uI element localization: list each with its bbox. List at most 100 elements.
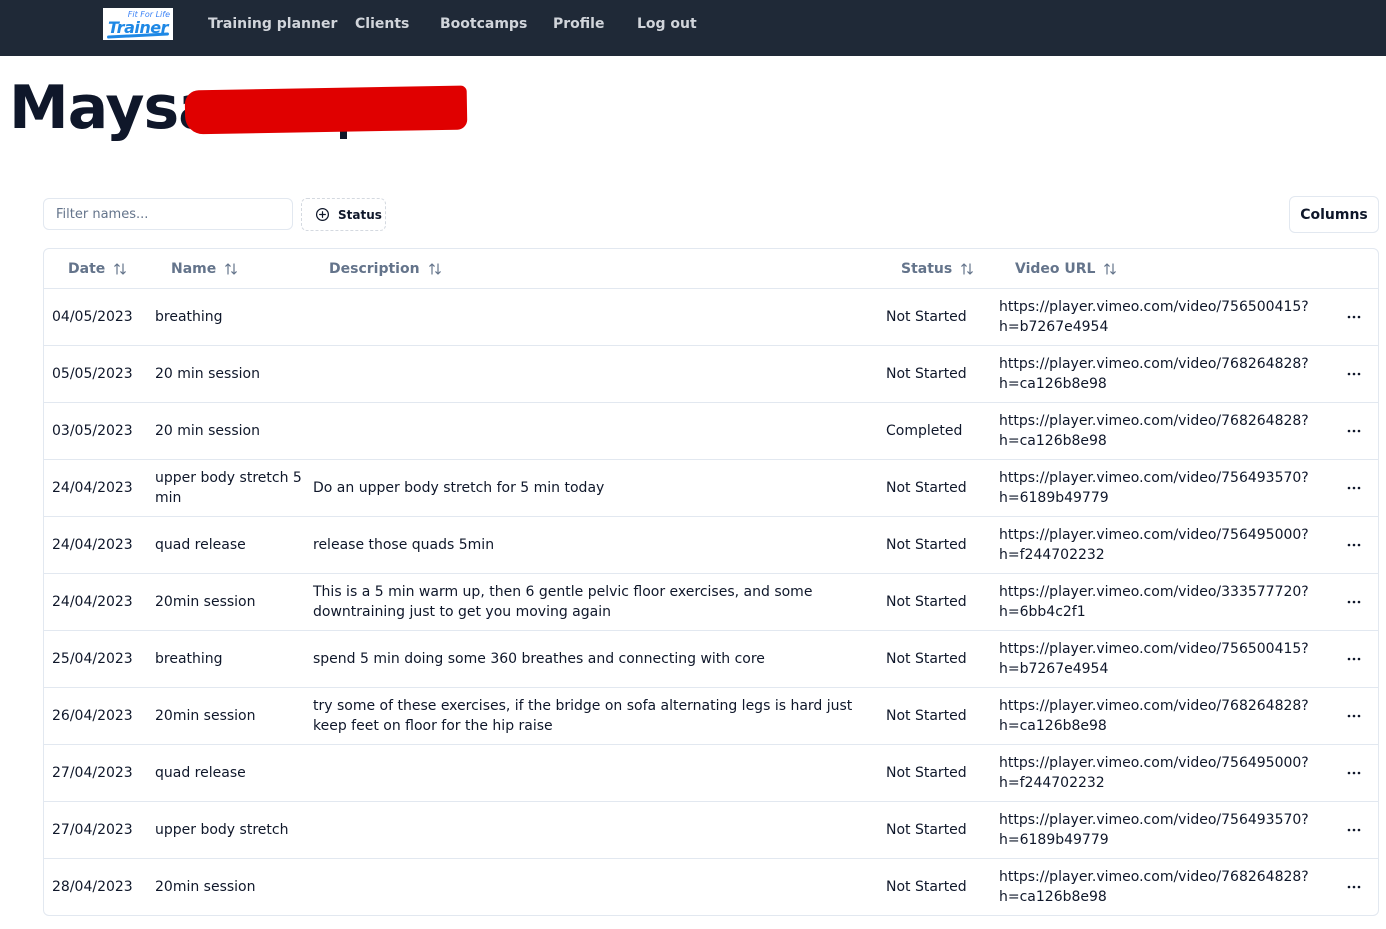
name-cell: breathing [155, 651, 223, 667]
video-url-cell: https://player.vimeo.com/video/756493570… [999, 470, 1309, 506]
status-cell: Not Started [886, 651, 967, 667]
table-header: Date Name Description Status Video URL [44, 249, 1378, 289]
date-cell: 24/04/2023 [52, 480, 133, 496]
nav-link-clients[interactable]: Clients [355, 16, 409, 32]
status-cell: Not Started [886, 594, 967, 610]
video-url-cell: https://player.vimeo.com/video/768264828… [999, 356, 1309, 392]
plus-circle-icon [315, 207, 330, 222]
description-cell: spend 5 min doing some 360 breathes and … [313, 651, 765, 667]
row-actions-button[interactable] [1340, 403, 1368, 459]
sessions-table: Date Name Description Status Video URL 0… [43, 248, 1379, 916]
filter-names-input[interactable] [43, 198, 293, 230]
row-actions-button[interactable] [1340, 346, 1368, 402]
table-row: 25/04/2023 breathing spend 5 min doing s… [44, 631, 1378, 688]
status-cell: Not Started [886, 879, 967, 895]
more-horizontal-icon [1347, 372, 1361, 376]
row-actions-button[interactable] [1340, 802, 1368, 858]
name-cell: 20 min session [155, 366, 260, 382]
column-header-label: Video URL [1015, 261, 1096, 277]
more-horizontal-icon [1347, 657, 1361, 661]
video-url-cell: https://player.vimeo.com/video/333577720… [999, 584, 1309, 620]
more-horizontal-icon [1347, 543, 1361, 547]
date-cell: 04/05/2023 [52, 309, 133, 325]
row-actions-button[interactable] [1340, 745, 1368, 801]
status-filter-label: Status [338, 207, 382, 222]
row-actions-button[interactable] [1340, 859, 1368, 915]
status-cell: Not Started [886, 708, 967, 724]
description-cell: try some of these exercises, if the brid… [313, 698, 853, 734]
table-row: 27/04/2023 upper body stretch Not Starte… [44, 802, 1378, 859]
table-row: 24/04/2023 upper body stretch 5 min Do a… [44, 460, 1378, 517]
more-horizontal-icon [1347, 885, 1361, 889]
column-header-date[interactable]: Date [68, 249, 127, 289]
more-horizontal-icon [1347, 486, 1361, 490]
video-url-cell: https://player.vimeo.com/video/768264828… [999, 413, 1309, 449]
name-cell: upper body stretch 5 min [155, 470, 302, 506]
brand-logo[interactable]: Fit For Life Trainer [103, 8, 173, 40]
name-cell: upper body stretch [155, 822, 289, 838]
row-actions-button[interactable] [1340, 460, 1368, 516]
date-cell: 28/04/2023 [52, 879, 133, 895]
more-horizontal-icon [1347, 315, 1361, 319]
column-header-status[interactable]: Status [901, 249, 974, 289]
table-row: 03/05/2023 20 min session Completed http… [44, 403, 1378, 460]
video-url-cell: https://player.vimeo.com/video/756495000… [999, 755, 1309, 791]
row-actions-button[interactable] [1340, 517, 1368, 573]
name-cell: 20min session [155, 594, 256, 610]
description-cell: Do an upper body stretch for 5 min today [313, 480, 605, 496]
nav-link-bootcamps[interactable]: Bootcamps [440, 16, 527, 32]
video-url-cell: https://player.vimeo.com/video/756495000… [999, 527, 1309, 563]
table-row: 26/04/2023 20min session try some of the… [44, 688, 1378, 745]
column-header-description[interactable]: Description [329, 249, 442, 289]
status-cell: Not Started [886, 822, 967, 838]
column-header-label: Status [901, 261, 953, 277]
sort-arrows-icon [224, 262, 238, 276]
name-cell: 20min session [155, 708, 256, 724]
nav-link-profile[interactable]: Profile [553, 16, 604, 32]
column-header-video-url[interactable]: Video URL [1015, 249, 1117, 289]
nav-link-log-out[interactable]: Log out [637, 16, 697, 32]
date-cell: 03/05/2023 [52, 423, 133, 439]
row-actions-button[interactable] [1340, 688, 1368, 744]
date-cell: 24/04/2023 [52, 594, 133, 610]
row-actions-button[interactable] [1340, 289, 1368, 345]
description-cell [313, 745, 885, 801]
table-row: 28/04/2023 20min session Not Started htt… [44, 859, 1378, 915]
column-header-name[interactable]: Name [171, 249, 238, 289]
row-actions-button[interactable] [1340, 574, 1368, 630]
video-url-cell: https://player.vimeo.com/video/756500415… [999, 299, 1309, 335]
description-cell [313, 289, 885, 345]
date-cell: 24/04/2023 [52, 537, 133, 553]
column-header-label: Description [329, 261, 420, 277]
table-row: 05/05/2023 20 min session Not Started ht… [44, 346, 1378, 403]
status-cell: Not Started [886, 309, 967, 325]
description-cell: This is a 5 min warm up, then 6 gentle p… [313, 584, 813, 620]
date-cell: 27/04/2023 [52, 765, 133, 781]
video-url-cell: https://player.vimeo.com/video/768264828… [999, 698, 1309, 734]
status-cell: Not Started [886, 366, 967, 382]
more-horizontal-icon [1347, 600, 1361, 604]
name-cell: quad release [155, 537, 246, 553]
description-cell [313, 403, 885, 459]
status-cell: Not Started [886, 480, 967, 496]
name-cell: breathing [155, 309, 223, 325]
name-cell: quad release [155, 765, 246, 781]
status-filter-button[interactable]: Status [301, 198, 386, 231]
column-header-label: Name [171, 261, 217, 277]
video-url-cell: https://player.vimeo.com/video/768264828… [999, 869, 1309, 905]
date-cell: 05/05/2023 [52, 366, 133, 382]
description-cell: release those quads 5min [313, 537, 495, 553]
redaction-mark [184, 85, 468, 135]
sort-arrows-icon [428, 262, 442, 276]
row-actions-button[interactable] [1340, 631, 1368, 687]
date-cell: 25/04/2023 [52, 651, 133, 667]
name-cell: 20min session [155, 879, 256, 895]
video-url-cell: https://player.vimeo.com/video/756500415… [999, 641, 1309, 677]
table-row: 27/04/2023 quad release Not Started http… [44, 745, 1378, 802]
description-cell [313, 346, 885, 402]
status-cell: Completed [886, 423, 963, 439]
columns-button[interactable]: Columns [1289, 196, 1379, 233]
more-horizontal-icon [1347, 429, 1361, 433]
nav-link-training-planner[interactable]: Training planner [208, 16, 337, 32]
date-cell: 27/04/2023 [52, 822, 133, 838]
